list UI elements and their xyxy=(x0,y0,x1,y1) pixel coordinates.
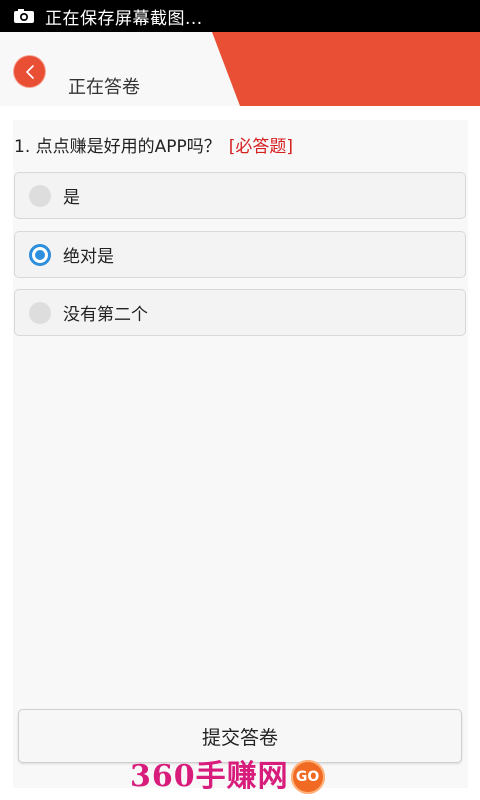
screenshot-camera-icon xyxy=(14,9,34,23)
radio-button-selected[interactable] xyxy=(29,243,51,266)
back-button[interactable] xyxy=(14,56,45,87)
survey-panel xyxy=(13,120,468,788)
chevron-left-icon xyxy=(25,64,34,79)
option-label: 是 xyxy=(63,188,80,208)
watermark-go-badge: GO xyxy=(290,760,325,794)
option-jueduishi[interactable]: 绝对是 xyxy=(14,231,466,278)
submit-button[interactable]: 提交答卷 xyxy=(18,709,462,763)
question-text: 1. 点点赚是好用的APP吗？ [必答题] xyxy=(14,132,293,157)
radio-button[interactable] xyxy=(29,184,51,207)
status-text: 正在保存屏幕截图... xyxy=(45,8,203,29)
option-label: 绝对是 xyxy=(63,247,114,267)
radio-button[interactable] xyxy=(29,301,51,324)
option-meiyoudierge[interactable]: 没有第二个 xyxy=(14,289,466,336)
watermark-text: 360手赚网 xyxy=(130,759,289,794)
option-label: 没有第二个 xyxy=(63,305,148,325)
status-bar: 正在保存屏幕截图... xyxy=(0,0,480,32)
question-title: 1. 点点赚是好用的APP吗？ xyxy=(14,137,221,157)
option-shi[interactable]: 是 xyxy=(14,172,466,219)
required-label: [必答题] xyxy=(228,137,294,157)
watermark: 360手赚网 GO xyxy=(130,757,325,797)
page-title: 正在答卷 xyxy=(68,77,140,98)
